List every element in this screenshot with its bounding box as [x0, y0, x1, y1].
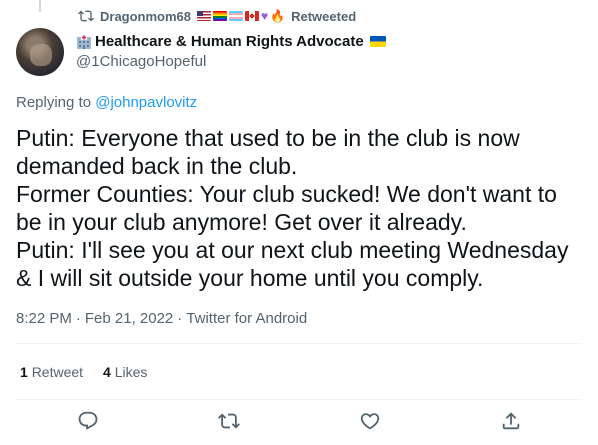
reply-mention-link[interactable]: @johnpavlovitz — [95, 94, 197, 111]
tweet-date[interactable]: Feb 21, 2022 — [85, 310, 173, 327]
divider — [16, 343, 582, 344]
meta-separator: · — [75, 310, 81, 327]
canada-flag-icon — [245, 11, 260, 21]
retweet-icon — [218, 413, 240, 429]
fire-icon: 🔥 — [270, 9, 286, 23]
tweet-line: & I will sit outside your home until you… — [16, 265, 484, 291]
author-handle[interactable]: @1ChicagoHopeful — [76, 53, 386, 70]
retweeter-name[interactable]: Dragonmom68 — [100, 9, 191, 24]
tweet-meta: 8:22 PM · Feb 21, 2022 · Twitter for And… — [16, 310, 307, 327]
us-flag-icon — [197, 11, 212, 21]
divider — [16, 399, 582, 400]
author-name[interactable]: Healthcare & Human Rights Advocate — [95, 33, 364, 50]
retweets-stat[interactable]: 1 Retweet — [20, 364, 83, 380]
ukraine-flag-icon — [369, 36, 386, 47]
retweet-banner: Dragonmom68 ♥ 🔥 Retweeted — [78, 7, 356, 25]
replying-to: Replying to @johnpavlovitz — [16, 94, 197, 111]
tweet-line: Putin: I'll see you at our next club mee… — [16, 237, 569, 263]
retweet-button[interactable] — [218, 410, 240, 432]
retweets-label: Retweet — [31, 364, 84, 380]
tweet-source[interactable]: Twitter for Android — [186, 310, 307, 327]
like-button[interactable] — [359, 410, 381, 432]
share-icon — [502, 412, 520, 430]
tweet-stats: 1 Retweet 4 Likes — [20, 364, 147, 380]
tweet-text: Putin: Everyone that used to be in the c… — [16, 124, 588, 292]
retweet-icon — [78, 10, 94, 22]
hospital-icon — [77, 34, 91, 49]
likes-label: Likes — [114, 364, 148, 380]
avatar[interactable] — [16, 28, 64, 76]
thread-line — [39, 0, 41, 12]
tweet-time[interactable]: 8:22 PM — [16, 310, 72, 327]
profile-flags: ♥ 🔥 — [197, 10, 285, 22]
share-button[interactable] — [500, 410, 522, 432]
purple-heart-icon: ♥ — [261, 9, 269, 23]
retweets-count: 1 — [20, 364, 28, 380]
action-bar — [0, 404, 598, 440]
likes-count: 4 — [103, 364, 111, 380]
trans-flag-icon — [229, 11, 244, 21]
replying-prefix: Replying to — [16, 94, 92, 111]
tweet-line: be in your club anymore! Get over it alr… — [16, 209, 467, 235]
retweeted-label: Retweeted — [291, 8, 357, 24]
meta-separator: · — [177, 310, 183, 327]
pride-flag-icon — [213, 11, 228, 21]
reply-icon — [78, 411, 98, 430]
likes-stat[interactable]: 4 Likes — [103, 364, 147, 380]
tweet-line: Putin: Everyone that used to be in the c… — [16, 125, 520, 151]
tweet-line: demanded back in the club. — [16, 153, 298, 179]
author-block: Healthcare & Human Rights Advocate @1Chi… — [76, 33, 386, 70]
heart-icon — [360, 413, 380, 430]
tweet-line: Former Counties: Your club sucked! We do… — [16, 181, 557, 207]
reply-button[interactable] — [77, 410, 99, 432]
